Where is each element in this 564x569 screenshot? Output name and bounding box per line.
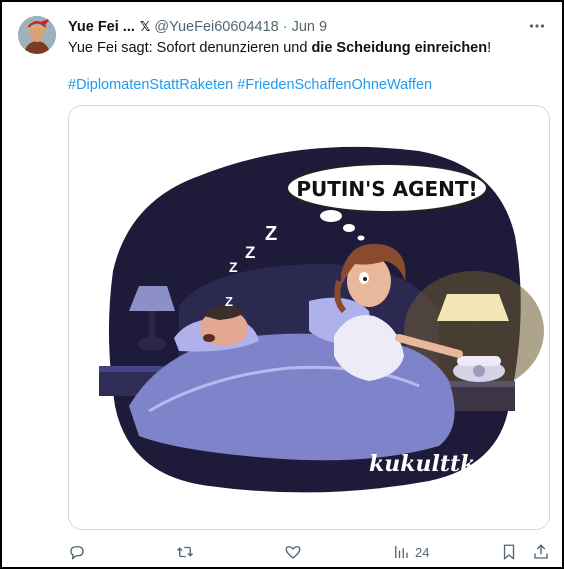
speech-bubble-text: PUTIN'S AGENT! — [296, 177, 477, 201]
heart-icon — [285, 546, 301, 559]
more-options-button[interactable] — [526, 17, 548, 35]
tweet-text-part: Yue Fei sagt: Sofort denunzieren und — [68, 40, 312, 56]
snore-z: Z — [245, 243, 255, 262]
views-count: 24 — [415, 544, 430, 560]
snore-z: Z — [229, 259, 238, 275]
hashtag-link[interactable]: #DiplomatenStattRaketen — [68, 77, 233, 93]
x-badge-icon: 𝕏 — [139, 19, 151, 34]
views-icon — [395, 546, 408, 558]
artist-signature: kukulttka — [369, 451, 490, 477]
share-icon — [534, 544, 548, 559]
avatar-image — [18, 16, 56, 54]
reply-icon — [70, 546, 84, 560]
like-button[interactable] — [284, 542, 302, 562]
avatar[interactable] — [18, 16, 56, 54]
display-name[interactable]: Yue Fei ... — [68, 19, 135, 35]
tweet-header: Yue Fei ... 𝕏 @YueFei60604418 · Jun 9 — [68, 17, 548, 37]
tweet-text-bold: die Scheidung einreichen — [311, 40, 488, 56]
retweet-button[interactable] — [176, 542, 194, 562]
snore-z: Z — [225, 294, 233, 309]
tweet-text-end: ! — [487, 40, 492, 56]
bookmark-icon — [503, 544, 515, 560]
share-button[interactable] — [532, 542, 550, 562]
separator-dot: · — [282, 19, 288, 35]
cartoon-image: Z Z Z Z PUTIN'S AGENT! kukulttka — [69, 106, 549, 529]
hashtag-line: #DiplomatenStattRaketen #FriedenSchaffen… — [68, 76, 548, 95]
tweet-text: Yue Fei sagt: Sofort denunzieren und die… — [68, 39, 548, 58]
action-bar: 24 — [60, 542, 556, 562]
more-dots-icon — [529, 24, 545, 28]
hashtag-link[interactable]: #FriedenSchaffenOhneWaffen — [237, 77, 432, 93]
tweet-media[interactable]: Z Z Z Z PUTIN'S AGENT! kukulttka — [68, 105, 550, 530]
retweet-icon — [177, 546, 193, 558]
bookmark-button[interactable] — [500, 542, 518, 562]
reply-button[interactable] — [68, 542, 86, 562]
snore-z: Z — [265, 223, 277, 245]
views-button[interactable]: 24 — [392, 542, 429, 562]
tweet-card[interactable]: Yue Fei ... 𝕏 @YueFei60604418 · Jun 9 Yu… — [0, 0, 564, 569]
timestamp[interactable]: Jun 9 — [292, 19, 327, 35]
user-handle[interactable]: @YueFei60604418 — [154, 19, 278, 35]
